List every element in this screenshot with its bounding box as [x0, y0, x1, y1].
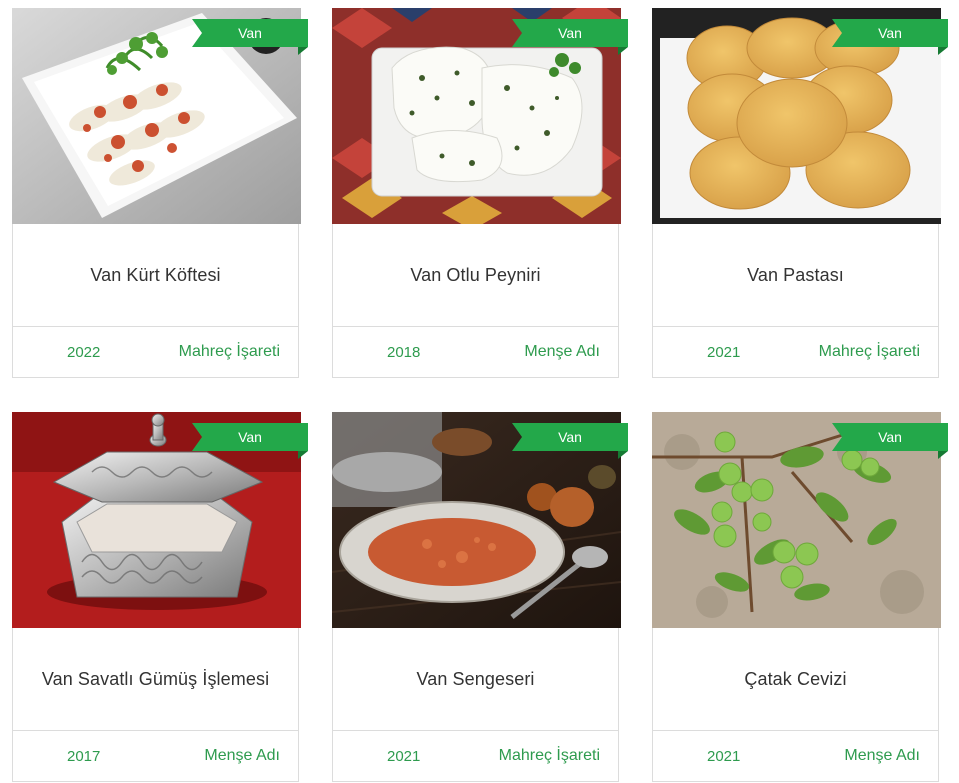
registration-year: 2021 [387, 748, 421, 765]
ribbon-fold [618, 451, 628, 459]
product-title[interactable]: Van Kürt Köftesi [13, 224, 298, 326]
indication-type: Mahreç İşareti [818, 343, 920, 360]
product-card[interactable]: Van Van Pastası 2021 Mahreç İşareti [652, 8, 948, 379]
region-ribbon: Van [512, 19, 628, 47]
ribbon-fold [938, 451, 948, 459]
indication-type: Mahreç İşareti [178, 343, 280, 360]
region-ribbon: Van [832, 423, 948, 451]
card-footer: 2021 Mahreç İşareti [333, 730, 618, 783]
region-ribbon: Van [192, 423, 308, 451]
region-ribbon: Van [512, 423, 628, 451]
registration-year: 2021 [707, 748, 741, 765]
product-card[interactable]: Van Van Savatlı Gümüş İşlemesi 2017 Menş… [12, 412, 308, 783]
ribbon-fold [298, 47, 308, 55]
ribbon-fold [618, 47, 628, 55]
registration-year: 2022 [67, 344, 101, 361]
ribbon-fold [938, 47, 948, 55]
product-card[interactable]: Van Van Kürt Köftesi 2022 Mahreç İşareti [12, 8, 308, 379]
product-card[interactable]: Van Çatak Cevizi 2021 Menşe Adı [652, 412, 948, 783]
product-title[interactable]: Van Pastası [653, 224, 938, 326]
region-ribbon: Van [192, 19, 308, 47]
product-title[interactable]: Van Sengeseri [333, 628, 618, 730]
card-footer: 2021 Menşe Adı [653, 730, 938, 783]
indication-type: Menşe Adı [844, 747, 920, 764]
registration-year: 2017 [67, 748, 101, 765]
card-footer: 2021 Mahreç İşareti [653, 326, 938, 379]
registration-year: 2018 [387, 344, 421, 361]
region-ribbon: Van [832, 19, 948, 47]
registration-year: 2021 [707, 344, 741, 361]
indication-type: Menşe Adı [204, 747, 280, 764]
product-title[interactable]: Çatak Cevizi [653, 628, 938, 730]
product-title[interactable]: Van Otlu Peyniri [333, 224, 618, 326]
product-card[interactable]: Van Van Otlu Peyniri 2018 Menşe Adı [332, 8, 628, 379]
card-footer: 2017 Menşe Adı [13, 730, 298, 783]
product-card[interactable]: Van Van Sengeseri 2021 Mahreç İşareti [332, 412, 628, 783]
indication-type: Mahreç İşareti [498, 747, 600, 764]
card-footer: 2022 Mahreç İşareti [13, 326, 298, 379]
product-title[interactable]: Van Savatlı Gümüş İşlemesi [13, 628, 298, 730]
ribbon-fold [298, 451, 308, 459]
indication-type: Menşe Adı [524, 343, 600, 360]
card-footer: 2018 Menşe Adı [333, 326, 618, 379]
